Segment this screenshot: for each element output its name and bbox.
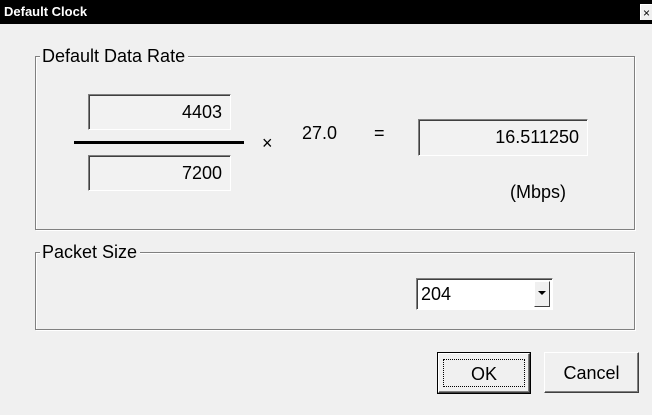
chevron-down-icon: [538, 291, 546, 295]
close-icon: ×: [643, 6, 651, 20]
clock-factor-value: 27.0: [302, 123, 338, 143]
data-rate-unit: (Mbps): [510, 182, 567, 202]
packet-size-value: 204: [421, 284, 452, 304]
default-data-rate-legend: Default Data Rate: [40, 45, 189, 67]
fraction-bar: [74, 141, 244, 144]
window-title: Default Clock: [4, 4, 88, 19]
cancel-button-label: Cancel: [563, 363, 620, 383]
ok-button[interactable]: OK: [437, 352, 531, 394]
cancel-button[interactable]: Cancel: [544, 352, 639, 393]
close-button[interactable]: ×: [640, 4, 652, 20]
equals-sign: =: [374, 123, 385, 143]
dropdown-button[interactable]: [534, 281, 550, 307]
multiply-sign: ×: [262, 133, 273, 153]
denominator-field[interactable]: 7200: [88, 155, 231, 191]
packet-size-select[interactable]: 204: [416, 278, 553, 310]
title-bar[interactable]: Default Clock ×: [0, 0, 652, 24]
ok-button-label: OK: [470, 364, 497, 384]
data-rate-result-field: 16.511250: [418, 119, 588, 156]
packet-size-legend: Packet Size: [40, 241, 141, 263]
default-clock-dialog: Default Clock × Default Data Rate 4403 7…: [0, 0, 652, 415]
numerator-field[interactable]: 4403: [88, 94, 231, 130]
